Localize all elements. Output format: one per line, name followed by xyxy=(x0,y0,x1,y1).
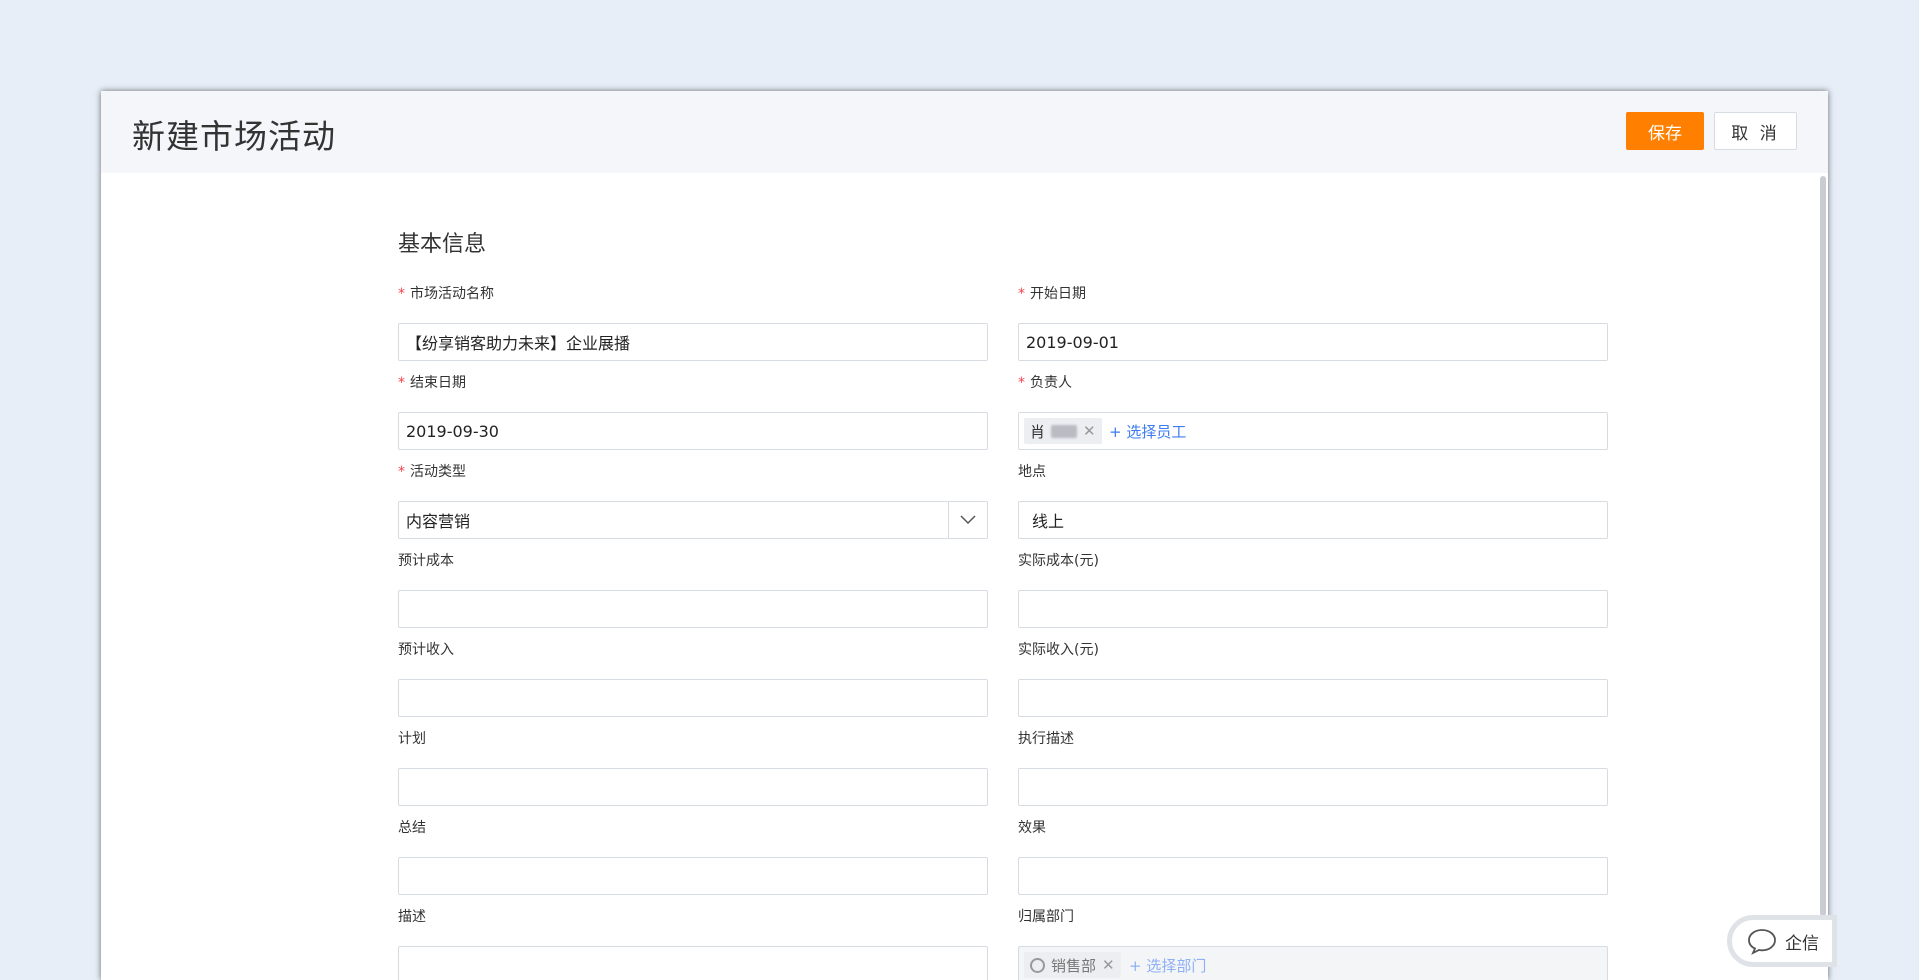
remove-tag-icon[interactable]: ✕ xyxy=(1102,956,1115,974)
execution-description-input[interactable] xyxy=(1019,769,1607,805)
field-actual-income: 实际收入(元) xyxy=(1018,640,1608,717)
estimated-income-input[interactable] xyxy=(399,680,987,716)
field-label: 总结 xyxy=(398,820,426,836)
owner-picker[interactable]: 肖 ✕ + 选择员工 xyxy=(1018,412,1608,450)
field-start-date: * 开始日期 xyxy=(1018,284,1608,361)
field-owner: * 负责人 肖 ✕ + 选择员工 xyxy=(1018,373,1608,450)
chat-widget[interactable]: 企信 xyxy=(1727,915,1837,967)
owner-tag: 肖 ✕ xyxy=(1024,418,1102,444)
field-label: 实际成本(元) xyxy=(1018,553,1099,569)
field-estimated-cost: 预计成本 xyxy=(398,551,988,628)
field-effect: 效果 xyxy=(1018,818,1608,895)
estimated-cost-input[interactable] xyxy=(399,591,987,627)
required-mark: * xyxy=(398,464,405,480)
field-campaign-name: * 市场活动名称 xyxy=(398,284,988,361)
field-label: 计划 xyxy=(398,731,426,747)
field-label: 预计收入 xyxy=(398,642,454,658)
chevron-down-icon[interactable] xyxy=(948,502,987,538)
field-actual-cost: 实际成本(元) xyxy=(1018,551,1608,628)
department-picker[interactable]: 销售部 ✕ + 选择部门 xyxy=(1018,946,1608,980)
department-tag: 销售部 ✕ xyxy=(1024,952,1121,978)
field-label: 描述 xyxy=(398,909,426,925)
field-label: 活动类型 xyxy=(410,464,466,480)
select-employee-link[interactable]: + 选择员工 xyxy=(1109,421,1186,442)
effect-input[interactable] xyxy=(1019,858,1607,894)
end-date-input[interactable] xyxy=(399,413,987,449)
field-label: 开始日期 xyxy=(1030,286,1086,302)
page-title: 新建市场活动 xyxy=(132,117,336,156)
chat-widget-label: 企信 xyxy=(1785,933,1819,954)
redacted-name xyxy=(1051,424,1078,438)
dialog-header: 新建市场活动 保存 取 消 xyxy=(101,91,1828,173)
field-plan: 计划 xyxy=(398,729,988,806)
field-label: 实际收入(元) xyxy=(1018,642,1099,658)
save-button[interactable]: 保存 xyxy=(1626,112,1704,150)
field-location: 地点 xyxy=(1018,462,1608,539)
department-name: 销售部 xyxy=(1051,956,1097,975)
actual-cost-input[interactable] xyxy=(1019,591,1607,627)
field-label: 市场活动名称 xyxy=(410,286,494,302)
field-end-date: * 结束日期 xyxy=(398,373,988,450)
activity-type-select[interactable] xyxy=(398,501,988,539)
select-department-link[interactable]: + 选择部门 xyxy=(1129,955,1206,976)
required-mark: * xyxy=(398,286,405,302)
new-campaign-dialog: 新建市场活动 保存 取 消 基本信息 * 市场活动名称 * 开始日期 * 结束日期 *… xyxy=(101,91,1828,980)
field-label: 结束日期 xyxy=(410,375,466,391)
required-mark: * xyxy=(1018,375,1025,391)
field-summary: 总结 xyxy=(398,818,988,895)
plan-input[interactable] xyxy=(399,769,987,805)
summary-input[interactable] xyxy=(399,858,987,894)
field-label: 归属部门 xyxy=(1018,909,1074,925)
field-label: 负责人 xyxy=(1030,375,1072,391)
field-description: 描述 xyxy=(398,907,988,980)
required-mark: * xyxy=(1018,286,1025,302)
field-label: 执行描述 xyxy=(1018,731,1074,747)
cancel-button[interactable]: 取 消 xyxy=(1714,112,1797,150)
field-label: 地点 xyxy=(1018,464,1046,480)
field-activity-type: * 活动类型 xyxy=(398,462,988,539)
description-input[interactable] xyxy=(399,947,987,980)
required-mark: * xyxy=(398,375,405,391)
location-input[interactable] xyxy=(1019,502,1607,538)
remove-tag-icon[interactable]: ✕ xyxy=(1083,422,1096,440)
actual-income-input[interactable] xyxy=(1019,680,1607,716)
field-label: 效果 xyxy=(1018,820,1046,836)
field-execution-description: 执行描述 xyxy=(1018,729,1608,806)
chat-bubble-icon xyxy=(1748,929,1776,955)
circle-icon xyxy=(1030,957,1045,973)
field-department: 归属部门 销售部 ✕ + 选择部门 xyxy=(1018,907,1608,980)
field-estimated-income: 预计收入 xyxy=(398,640,988,717)
activity-type-value[interactable] xyxy=(399,502,987,538)
section-title: 基本信息 xyxy=(398,232,487,257)
owner-name: 肖 xyxy=(1030,422,1046,441)
campaign-name-input[interactable] xyxy=(399,324,987,360)
start-date-input[interactable] xyxy=(1019,324,1607,360)
field-label: 预计成本 xyxy=(398,553,454,569)
scrollbar[interactable] xyxy=(1820,176,1826,916)
